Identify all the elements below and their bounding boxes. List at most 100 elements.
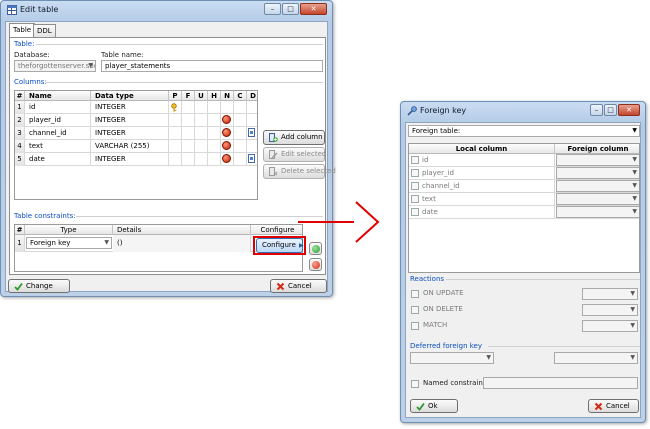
maximize-button[interactable]: □: [282, 3, 299, 15]
initially-combo[interactable]: ▼: [554, 352, 638, 364]
col-header-name[interactable]: Name: [25, 91, 91, 101]
chevron-down-icon: ▼: [88, 62, 93, 69]
tab-ddl[interactable]: DDL: [33, 24, 56, 37]
foreign-key-titlebar[interactable]: Foreign key – □ ✕: [401, 102, 645, 121]
col-header-num[interactable]: #: [15, 91, 25, 101]
constraint-header-details[interactable]: Details: [113, 225, 251, 235]
foreign-key-client: Foreign table: ▼ Local column Foreign co…: [405, 122, 641, 418]
foreign-column-combo[interactable]: ▼: [556, 167, 639, 179]
table-name-label: Table name:: [101, 51, 144, 59]
database-combo[interactable]: theforgottenserver.s3d ▼: [14, 60, 96, 72]
row-checkbox[interactable]: [411, 182, 419, 190]
column-mapping-grid[interactable]: Local column Foreign column id ▼ player_…: [408, 143, 640, 273]
table-row[interactable]: 3 channel_id INTEGER: [15, 127, 257, 140]
remove-constraint-button[interactable]: [309, 258, 322, 271]
table-row[interactable]: text ▼: [409, 193, 639, 206]
chevron-down-icon: ▼: [630, 306, 635, 313]
row-checkbox[interactable]: [411, 195, 419, 203]
constraint-header-num[interactable]: #: [15, 225, 25, 235]
foreign-column-combo[interactable]: ▼: [556, 206, 639, 218]
on-update-label: ON UPDATE: [423, 289, 464, 297]
on-update-combo[interactable]: ▼: [582, 288, 638, 300]
table-row[interactable]: player_id ▼: [409, 167, 639, 180]
cancel-button[interactable]: Cancel: [588, 399, 639, 413]
table-row[interactable]: date ▼: [409, 206, 639, 219]
match-checkbox[interactable]: [411, 322, 419, 330]
chevron-down-icon: ▼: [104, 239, 109, 246]
constraint-header-type[interactable]: Type: [25, 225, 113, 235]
constraint-type-combo[interactable]: Foreign key ▼: [26, 237, 112, 249]
database-value: theforgottenserver.s3d: [18, 62, 96, 70]
database-label: Database:: [14, 51, 50, 59]
not-null-icon: [222, 115, 231, 124]
constraints-section-label: Table constraints:: [14, 212, 76, 220]
change-button[interactable]: Change: [8, 279, 70, 293]
edit-table-titlebar[interactable]: Edit table – □ ✕: [1, 1, 332, 20]
match-combo[interactable]: ▼: [582, 320, 638, 332]
local-column-header[interactable]: Local column: [409, 144, 555, 154]
foreign-key-window: Foreign key – □ ✕ Foreign table: ▼ Local…: [400, 101, 646, 423]
not-null-icon: [222, 154, 231, 163]
table-row[interactable]: channel_id ▼: [409, 180, 639, 193]
add-column-button[interactable]: Add column: [263, 130, 325, 145]
foreign-column-header[interactable]: Foreign column: [555, 144, 639, 154]
named-constraint-checkbox[interactable]: [411, 380, 419, 388]
chevron-down-icon: ▼: [632, 169, 637, 176]
window-title: Edit table: [20, 5, 59, 14]
named-constraint-input[interactable]: [483, 377, 638, 389]
foreign-column-combo[interactable]: ▼: [556, 193, 639, 205]
reactions-section-label: Reactions: [410, 275, 445, 283]
checkmark-icon: [416, 402, 425, 411]
minimize-button[interactable]: –: [590, 104, 603, 116]
table-name-input[interactable]: player_statements: [101, 60, 323, 72]
col-header-d[interactable]: D: [247, 91, 257, 101]
foreign-column-combo[interactable]: ▼: [556, 180, 639, 192]
edit-table-window: Edit table – □ ✕ Table DDL Table: Databa…: [0, 0, 336, 297]
chevron-down-icon: ▼: [632, 156, 637, 163]
on-delete-combo[interactable]: ▼: [582, 304, 638, 316]
edit-column-icon: [269, 150, 278, 159]
on-update-checkbox[interactable]: [411, 290, 419, 298]
default-value-icon: [248, 154, 255, 163]
chevron-down-icon: ▼: [630, 354, 635, 361]
close-button[interactable]: ✕: [300, 3, 327, 15]
col-header-type[interactable]: Data type: [91, 91, 169, 101]
chevron-down-icon: ▼: [632, 208, 637, 215]
table-row[interactable]: 1 id INTEGER: [15, 101, 257, 114]
match-label: MATCH: [423, 321, 448, 329]
col-header-c[interactable]: C: [234, 91, 247, 101]
col-header-f[interactable]: F: [182, 91, 195, 101]
table-icon: [7, 5, 17, 15]
col-header-p[interactable]: P: [169, 91, 182, 101]
foreign-column-combo[interactable]: ▼: [556, 154, 639, 166]
table-row[interactable]: 5 date INTEGER: [15, 153, 257, 166]
table-row[interactable]: 4 text VARCHAR (255): [15, 140, 257, 153]
window-title: Foreign key: [420, 106, 467, 115]
cross-icon: [594, 402, 603, 410]
not-null-icon: [222, 128, 231, 137]
row-checkbox[interactable]: [411, 169, 419, 177]
ok-button[interactable]: Ok: [410, 399, 458, 413]
on-delete-checkbox[interactable]: [411, 306, 419, 314]
minimize-button[interactable]: –: [264, 3, 281, 15]
tab-table[interactable]: Table: [9, 23, 36, 37]
table-row[interactable]: 2 player_id INTEGER: [15, 114, 257, 127]
cancel-button[interactable]: Cancel: [270, 279, 327, 293]
row-checkbox[interactable]: [411, 156, 419, 164]
row-checkbox[interactable]: [411, 208, 419, 216]
close-button[interactable]: ✕: [618, 104, 640, 116]
delete-selected-button[interactable]: Delete selected: [263, 164, 336, 179]
col-header-n[interactable]: N: [221, 91, 234, 101]
col-header-h[interactable]: H: [208, 91, 221, 101]
checkmark-icon: [14, 282, 23, 291]
foreign-table-combo[interactable]: Foreign table: ▼: [408, 125, 640, 137]
deferrable-combo[interactable]: ▼: [410, 352, 494, 364]
table-row[interactable]: id ▼: [409, 154, 639, 167]
col-header-u[interactable]: U: [195, 91, 208, 101]
columns-grid[interactable]: # Name Data type P F U H N C D 1 id INTE…: [14, 90, 258, 200]
default-value-icon: [248, 128, 255, 137]
edit-selected-button[interactable]: Edit selected: [263, 147, 326, 162]
cross-icon: [276, 282, 285, 290]
deferred-section-label: Deferred foreign key: [410, 342, 483, 350]
maximize-button[interactable]: □: [604, 104, 617, 116]
